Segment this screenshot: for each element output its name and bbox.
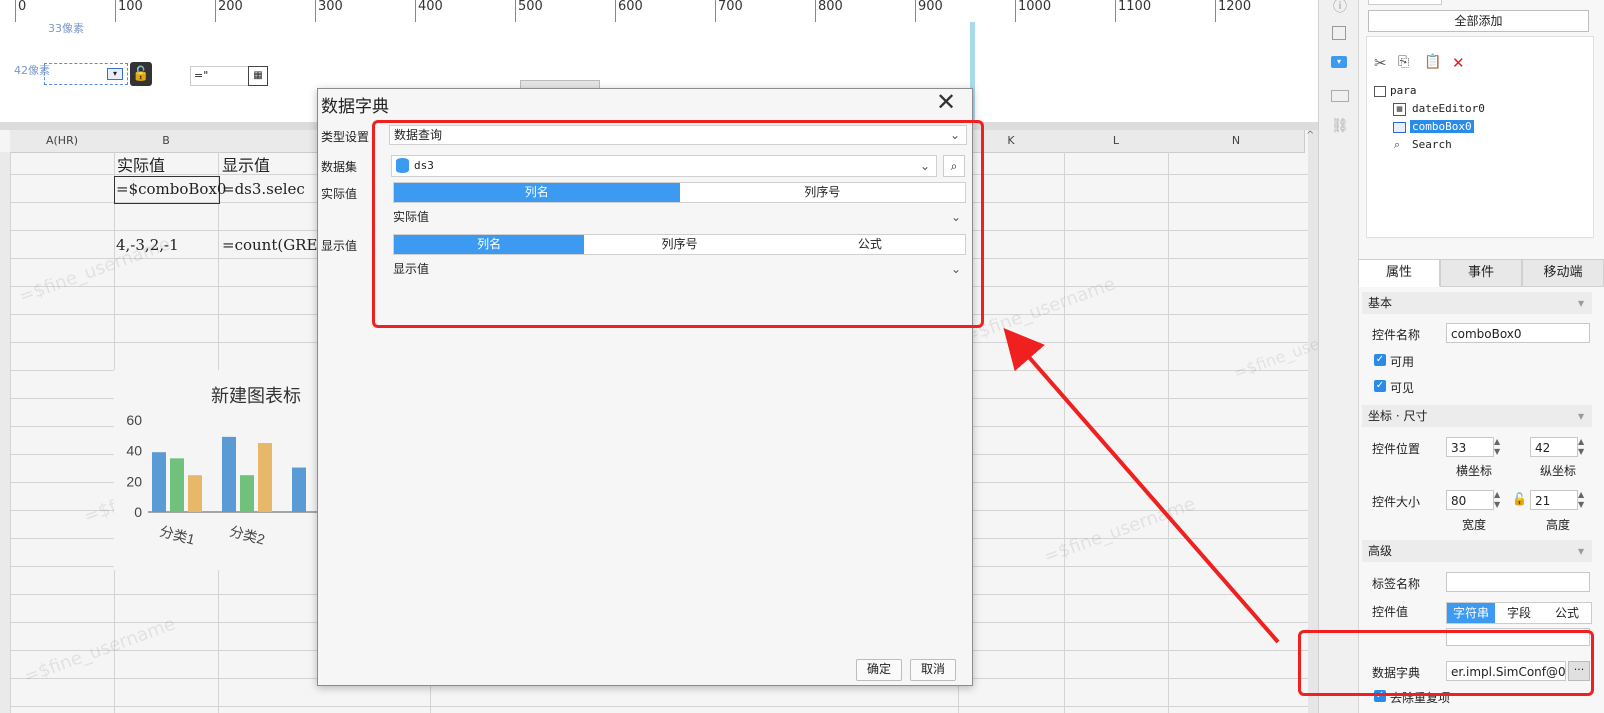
annotation-arrow (1003, 327, 1280, 644)
